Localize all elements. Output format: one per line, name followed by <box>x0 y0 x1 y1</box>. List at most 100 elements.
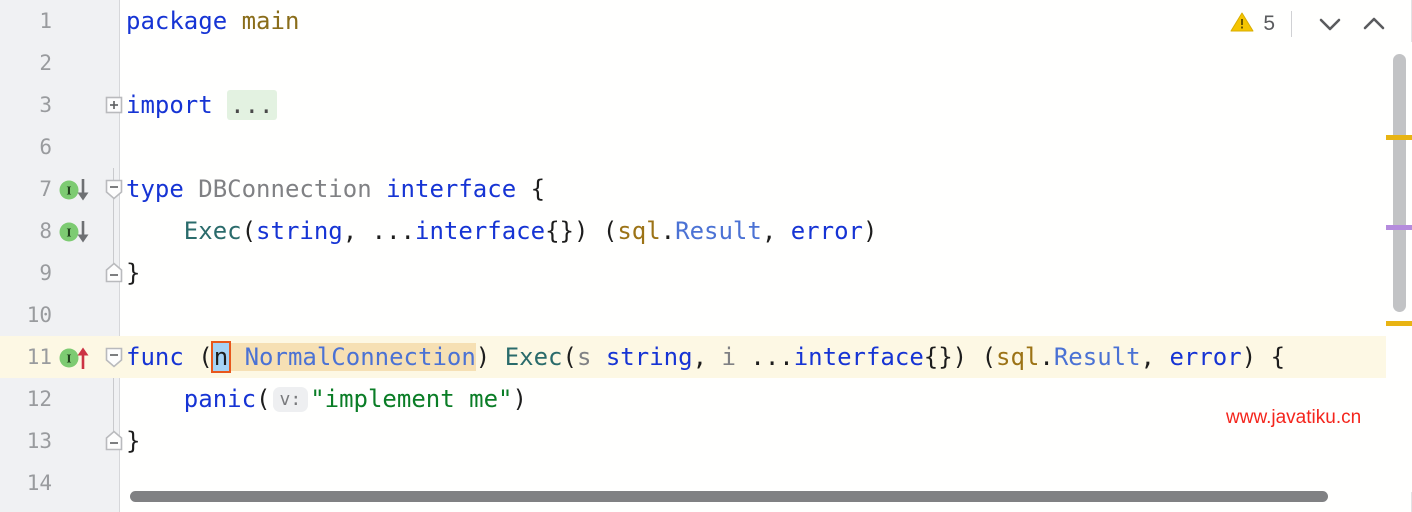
code-text[interactable]: func (n NormalConnection) Exec(s string,… <box>126 336 1285 378</box>
code-token: Result <box>675 217 762 245</box>
code-token: ( <box>256 385 271 413</box>
code-token: interface <box>386 175 517 203</box>
folded-import-placeholder[interactable]: ... <box>227 90 277 120</box>
line-number[interactable]: 13 <box>0 420 52 462</box>
svg-text:I: I <box>66 353 71 366</box>
code-token: , <box>761 217 791 245</box>
line-number[interactable]: 7 <box>0 168 52 210</box>
fold-toggle-minus-end[interactable] <box>104 261 124 285</box>
inspection-widget[interactable]: 5 <box>1230 4 1396 44</box>
code-text[interactable]: Exec(string, ...interface{}) (sql.Result… <box>126 210 878 252</box>
line-number[interactable]: 8 <box>0 210 52 252</box>
code-text[interactable]: package main <box>126 0 299 42</box>
code-token: ( <box>241 217 257 245</box>
code-text[interactable]: panic(v: "implement me") <box>126 378 527 420</box>
code-token: ) <box>512 385 527 413</box>
toolbar-divider <box>1291 11 1292 37</box>
warning-indicator[interactable]: 5 <box>1230 11 1291 38</box>
rename-selection[interactable]: n <box>210 341 232 373</box>
line-number[interactable]: 1 <box>0 0 52 42</box>
code-editor[interactable]: 1 package main 2 3 import ... 6 7 Itype DBConne… <box>0 0 1412 512</box>
code-token: ) { <box>1241 343 1286 371</box>
line-number[interactable]: 6 <box>0 126 52 168</box>
code-token: panic <box>183 385 257 413</box>
code-token: } <box>126 259 141 287</box>
chevron-down-icon[interactable] <box>1308 7 1352 41</box>
implemented-method-icon[interactable]: I <box>58 178 94 202</box>
code-token: "implement me" <box>310 385 513 413</box>
horizontal-scrollbar[interactable] <box>130 491 1328 502</box>
line-number[interactable]: 3 <box>0 84 52 126</box>
code-token: main <box>241 7 300 35</box>
site-watermark: www.javatiku.cn <box>1226 407 1362 428</box>
code-line[interactable]: 11 Ifunc (n NormalConnection) Exec(s stri… <box>0 336 1412 378</box>
highlighted-occurrence[interactable] <box>230 343 245 371</box>
code-token: i <box>721 343 736 371</box>
code-line[interactable]: 10 <box>0 294 1412 336</box>
line-number[interactable]: 14 <box>0 462 52 504</box>
line-number[interactable]: 10 <box>0 294 52 336</box>
scrollbar-marker[interactable] <box>1386 225 1412 230</box>
code-token: ... <box>371 217 416 245</box>
code-line[interactable]: 6 <box>0 126 1412 168</box>
code-line[interactable]: 3 import ... <box>0 84 1412 126</box>
line-number[interactable]: 12 <box>0 378 52 420</box>
code-token: sql <box>617 217 661 245</box>
code-text[interactable]: import ... <box>126 84 277 126</box>
fold-toggle-plus[interactable] <box>104 93 124 117</box>
code-token: {}) ( <box>923 343 997 371</box>
code-token: type <box>126 175 184 203</box>
scrollbar-marker[interactable] <box>1386 135 1412 140</box>
fold-toggle-minus-end[interactable] <box>104 429 124 453</box>
highlighted-occurrence[interactable]: NormalConnection <box>244 343 476 371</box>
scrollbar-marker[interactable] <box>1386 321 1412 326</box>
code-line[interactable]: 8 I Exec(string, ...interface{}) (sql.Res… <box>0 210 1412 252</box>
code-text[interactable]: } <box>126 252 140 294</box>
code-text[interactable]: type DBConnection interface { <box>126 168 545 210</box>
parameter-hint-chip[interactable]: v: <box>272 387 309 412</box>
code-text[interactable]: } <box>126 420 140 462</box>
code-token: string <box>256 217 343 245</box>
code-token: error <box>1169 343 1242 371</box>
line-number[interactable]: 11 <box>0 336 52 378</box>
code-token: error <box>790 217 863 245</box>
warning-count: 5 <box>1263 12 1275 35</box>
code-line[interactable]: 1 package main <box>0 0 1412 42</box>
code-token: , <box>342 217 372 245</box>
fold-toggle-minus-start[interactable] <box>104 177 124 201</box>
implementing-method-icon[interactable]: I <box>58 346 94 370</box>
code-token: interface <box>793 343 924 371</box>
code-token: ) <box>475 343 505 371</box>
warning-triangle-icon <box>1230 11 1254 38</box>
code-token: ( <box>562 343 577 371</box>
implemented-method-icon[interactable]: I <box>58 220 94 244</box>
vertical-scrollbar-thumb[interactable] <box>1393 54 1406 312</box>
chevron-up-icon[interactable] <box>1352 7 1396 41</box>
code-token: interface <box>415 217 546 245</box>
fold-toggle-minus-start[interactable] <box>104 345 124 369</box>
code-token: func <box>126 343 184 371</box>
code-token: ... <box>750 343 794 371</box>
code-line[interactable]: 2 <box>0 42 1412 84</box>
code-token: package <box>126 7 228 35</box>
code-token: DBConnection <box>198 175 372 203</box>
code-token: , <box>1140 343 1170 371</box>
code-line[interactable]: 9} <box>0 252 1412 294</box>
line-number[interactable]: 9 <box>0 252 52 294</box>
code-token: import <box>126 91 213 119</box>
line-number[interactable]: 2 <box>0 42 52 84</box>
code-token: { <box>516 175 546 203</box>
code-token: s <box>576 343 592 371</box>
code-line[interactable]: 7 Itype DBConnection interface { <box>0 168 1412 210</box>
code-line[interactable]: 13} <box>0 420 1412 462</box>
code-token: ( <box>183 343 213 371</box>
code-token: string <box>605 343 693 371</box>
code-line[interactable]: 12 panic(v: "implement me") <box>0 378 1412 420</box>
code-token: } <box>126 427 141 455</box>
